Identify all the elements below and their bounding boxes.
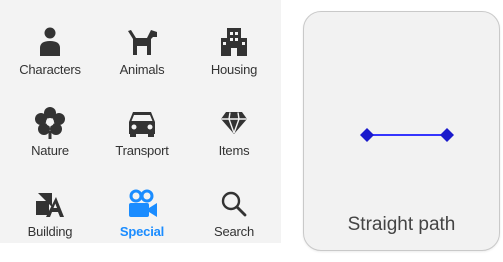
category-panel: Characters Animals Housing Nature Transp… [0, 0, 281, 243]
category-search[interactable]: Search [189, 182, 279, 262]
category-label: Housing [210, 62, 258, 77]
diamond-icon [220, 105, 248, 141]
flower-icon [35, 105, 65, 141]
category-label: Items [218, 143, 250, 158]
category-characters[interactable]: Characters [5, 20, 95, 100]
category-label: Search [214, 224, 254, 239]
category-special[interactable]: Special [97, 182, 187, 262]
search-icon [220, 186, 248, 222]
dog-icon [125, 24, 159, 60]
shapes-icon [34, 186, 66, 222]
category-label: Transport [115, 143, 169, 158]
person-icon [38, 24, 62, 60]
category-label: Special [119, 224, 165, 239]
card-title: Straight path [347, 214, 456, 235]
building-icon [219, 24, 249, 60]
category-label: Animals [119, 62, 165, 77]
category-transport[interactable]: Transport [97, 101, 187, 181]
category-nature[interactable]: Nature [5, 101, 95, 181]
category-label: Building [27, 224, 73, 239]
category-label: Characters [19, 62, 81, 77]
category-items[interactable]: Items [189, 101, 279, 181]
car-icon [126, 105, 158, 141]
category-building[interactable]: Building [5, 182, 95, 262]
category-label: Nature [31, 143, 69, 158]
camera-icon [125, 186, 159, 222]
straight-path-card[interactable]: Straight path [303, 11, 500, 251]
category-housing[interactable]: Housing [189, 20, 279, 100]
straight-path-icon [360, 128, 454, 142]
category-animals[interactable]: Animals [97, 20, 187, 100]
